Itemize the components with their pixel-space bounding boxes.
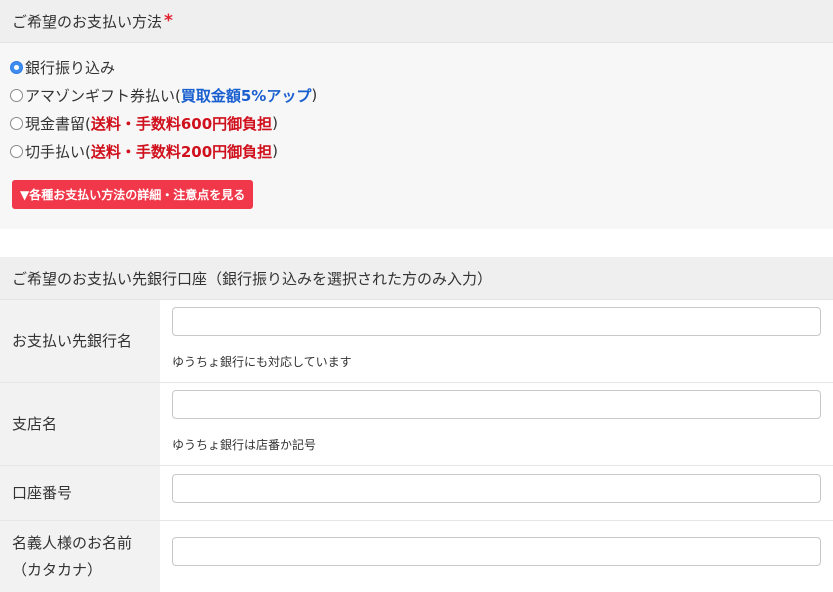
option-note-fee: 送料・手数料600円御負担 xyxy=(90,114,273,133)
payment-method-header: ご希望のお支払い方法 * xyxy=(0,0,833,43)
payment-method-options: 銀行振り込み アマゾンギフト券払い(買取金額5%アップ) 現金書留(送料・手数料… xyxy=(10,53,317,165)
bank-account-section: ご希望のお支払い先銀行口座（銀行振り込みを選択された方のみ入力） お支払い先銀行… xyxy=(0,257,833,592)
radio-amazon-gift[interactable] xyxy=(10,88,23,102)
branch-name-help: ゆうちょ銀行は店番か記号 xyxy=(172,438,317,452)
required-asterisk-icon: * xyxy=(164,11,173,31)
branch-name-input[interactable] xyxy=(172,390,821,419)
account-holder-label-line1: 名義人様のお名前 xyxy=(12,533,133,552)
bank-name-input[interactable] xyxy=(172,307,821,336)
payment-method-title: ご希望のお支払い方法 xyxy=(12,12,163,31)
option-note-bonus: 買取金額5%アップ xyxy=(180,86,312,105)
radio-bank-transfer[interactable] xyxy=(10,60,23,74)
account-holder-input[interactable] xyxy=(172,537,821,566)
payment-option-cash-registered[interactable]: 現金書留(送料・手数料600円御負担) xyxy=(10,109,317,137)
form-row-account-number: 口座番号 xyxy=(0,466,833,521)
bank-name-help: ゆうちょ銀行にも対応しています xyxy=(172,355,352,369)
account-number-input[interactable] xyxy=(172,474,821,503)
account-holder-label: 名義人様のお名前 （カタカナ） xyxy=(0,521,160,592)
payment-option-bank-transfer[interactable]: 銀行振り込み xyxy=(10,53,317,81)
bank-account-header: ご希望のお支払い先銀行口座（銀行振り込みを選択された方のみ入力） xyxy=(0,257,833,300)
account-holder-label-line2: （カタカナ） xyxy=(12,560,103,579)
form-row-account-holder: 名義人様のお名前 （カタカナ） xyxy=(0,521,833,592)
radio-stamps[interactable] xyxy=(10,144,23,158)
payment-option-amazon-gift[interactable]: アマゾンギフト券払い(買取金額5%アップ) xyxy=(10,81,317,109)
option-label: 現金書留( xyxy=(25,114,91,133)
payment-method-section: ご希望のお支払い方法 * 銀行振り込み アマゾンギフト券払い(買取金額5%アップ)… xyxy=(0,0,833,229)
branch-name-label: 支店名 xyxy=(0,383,160,465)
radio-cash-registered[interactable] xyxy=(10,116,23,130)
account-number-label: 口座番号 xyxy=(0,466,160,520)
bank-name-label: お支払い先銀行名 xyxy=(0,300,160,382)
option-note-close: ) xyxy=(272,114,279,132)
option-note-close: ) xyxy=(311,86,318,104)
payment-option-stamps[interactable]: 切手払い(送料・手数料200円御負担) xyxy=(10,137,317,165)
option-label: アマゾンギフト券払い( xyxy=(25,86,181,105)
form-row-branch-name: 支店名 ゆうちょ銀行は店番か記号 xyxy=(0,383,833,466)
option-label: 銀行振り込み xyxy=(25,58,116,77)
option-note-fee: 送料・手数料200円御負担 xyxy=(90,142,273,161)
option-label: 切手払い( xyxy=(25,142,91,161)
form-row-bank-name: お支払い先銀行名 ゆうちょ銀行にも対応しています xyxy=(0,300,833,383)
payment-details-button[interactable]: ▼各種お支払い方法の詳細・注意点を見る xyxy=(12,180,254,209)
option-note-close: ) xyxy=(272,142,279,160)
